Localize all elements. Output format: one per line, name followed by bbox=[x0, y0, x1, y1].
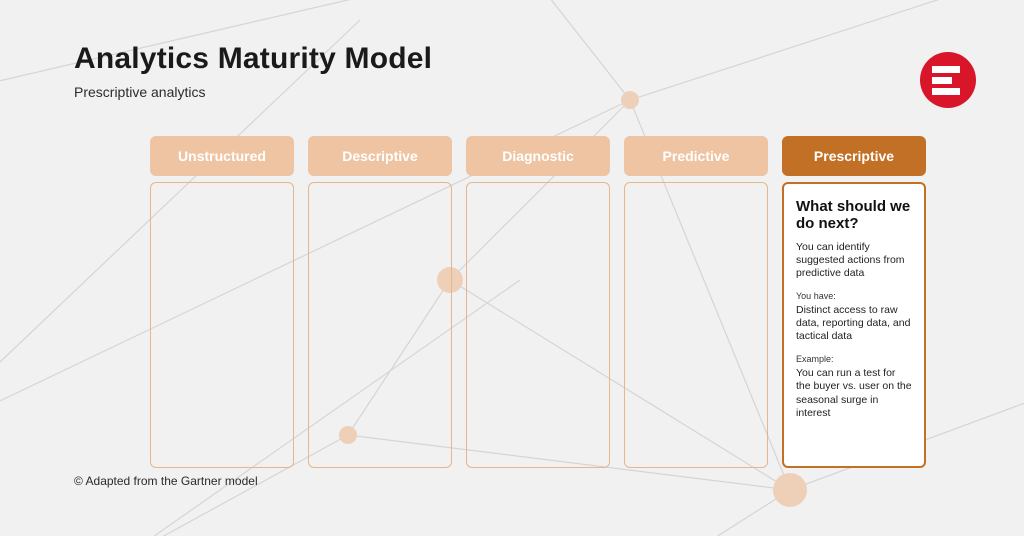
brand-logo bbox=[920, 52, 976, 108]
active-example-text: You can run a test for the buyer vs. use… bbox=[796, 367, 912, 421]
column-body-active: What should we do next? You can identify… bbox=[782, 182, 926, 468]
column-unstructured: Unstructured bbox=[150, 136, 294, 468]
active-summary: You can identify suggested actions from … bbox=[796, 241, 912, 281]
active-example-label: Example: bbox=[796, 354, 912, 365]
column-header: Diagnostic bbox=[466, 136, 610, 176]
column-body bbox=[466, 182, 610, 468]
column-header-active: Prescriptive bbox=[782, 136, 926, 176]
page-subtitle: Prescriptive analytics bbox=[74, 84, 206, 100]
active-have-label: You have: bbox=[796, 291, 912, 302]
column-body bbox=[150, 182, 294, 468]
footer-note: © Adapted from the Gartner model bbox=[74, 474, 258, 488]
column-body bbox=[308, 182, 452, 468]
column-descriptive: Descriptive bbox=[308, 136, 452, 468]
column-predictive: Predictive bbox=[624, 136, 768, 468]
column-body bbox=[624, 182, 768, 468]
column-header: Predictive bbox=[624, 136, 768, 176]
column-diagnostic: Diagnostic bbox=[466, 136, 610, 468]
page-title: Analytics Maturity Model bbox=[74, 42, 432, 76]
active-have-text: Distinct access to raw data, reporting d… bbox=[796, 304, 912, 344]
column-header: Descriptive bbox=[308, 136, 452, 176]
column-header: Unstructured bbox=[150, 136, 294, 176]
maturity-columns: Unstructured Descriptive Diagnostic Pred… bbox=[150, 136, 926, 468]
column-prescriptive: Prescriptive What should we do next? You… bbox=[782, 136, 926, 468]
active-heading: What should we do next? bbox=[796, 198, 912, 233]
